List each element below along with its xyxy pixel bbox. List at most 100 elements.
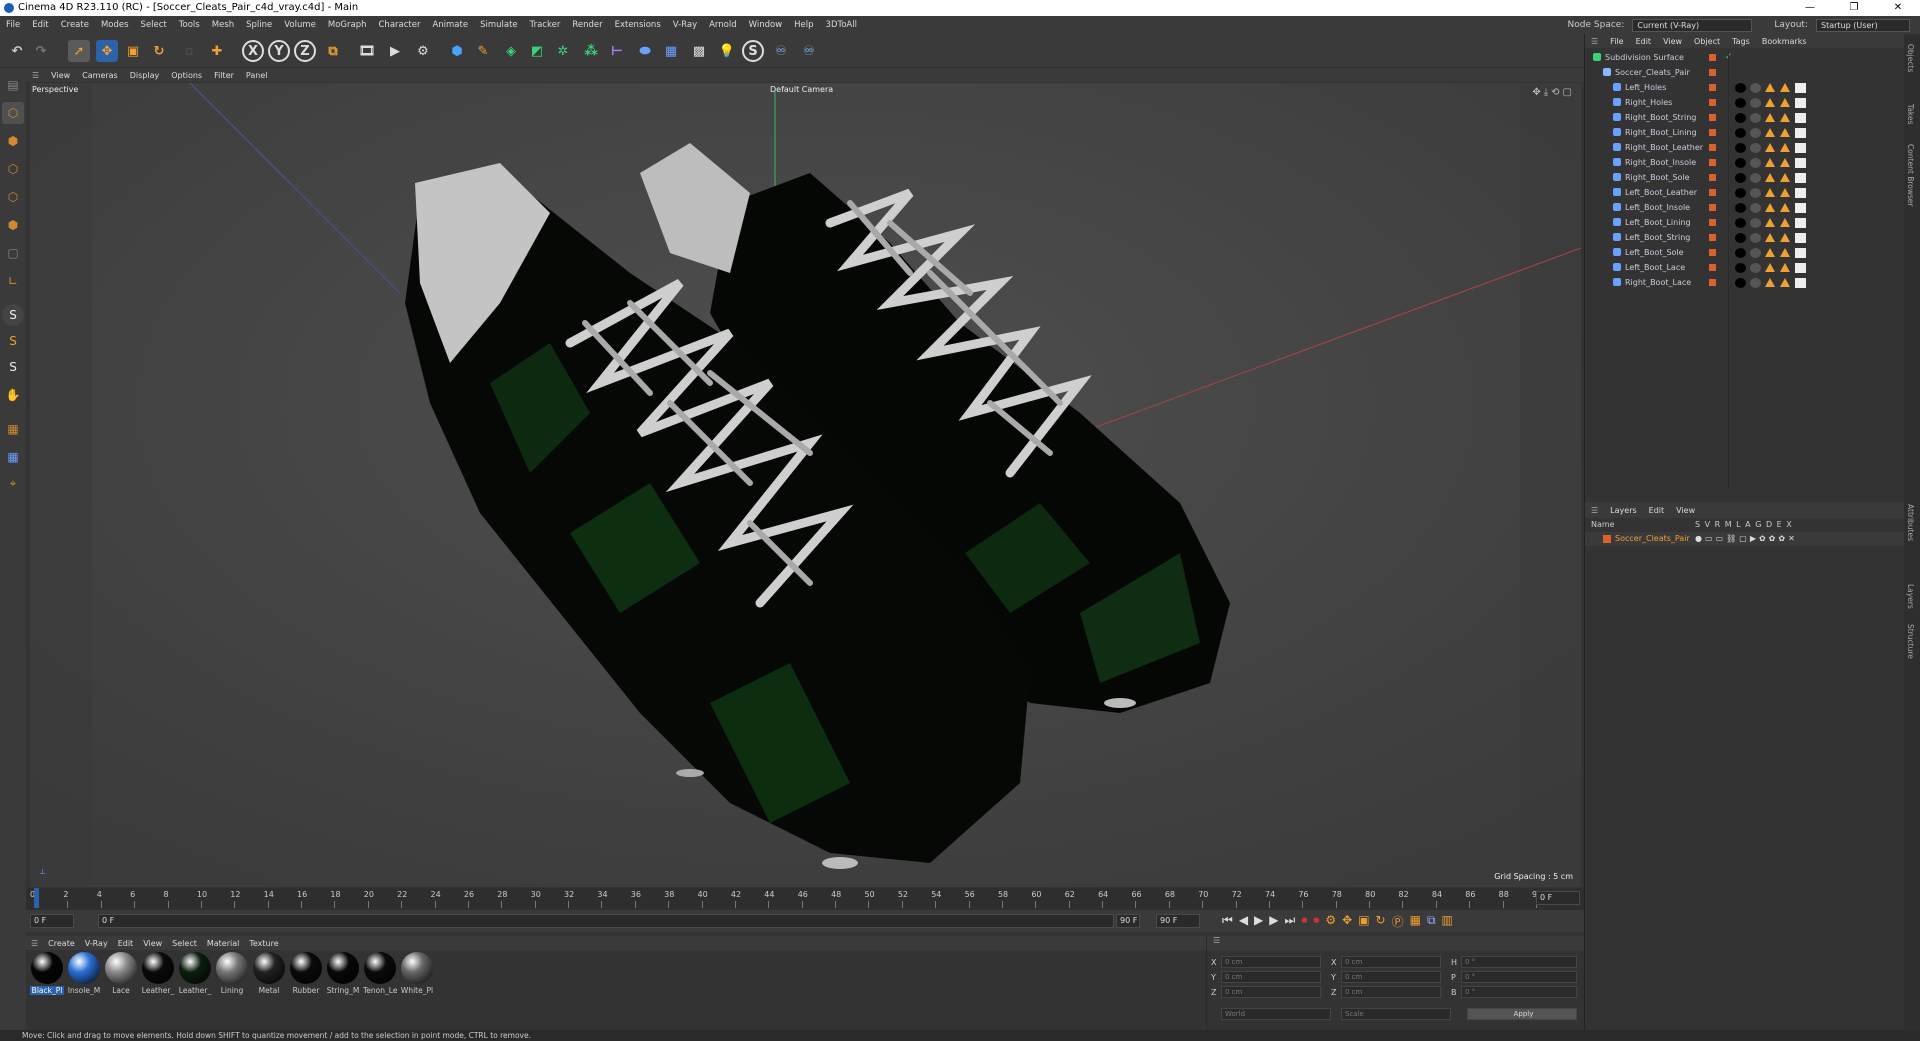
menu-modes[interactable]: Modes — [95, 16, 135, 34]
object-row[interactable]: Left_Boot_Insole — [1585, 200, 1903, 215]
material-tag-icon[interactable] — [1750, 158, 1761, 168]
record-icon[interactable]: ⏺ — [1301, 913, 1307, 930]
uvw-tag-icon[interactable] — [1795, 173, 1806, 183]
material-tag-icon[interactable] — [1735, 233, 1746, 243]
material-swatch[interactable]: Lining — [215, 952, 249, 995]
object-row[interactable]: Right_Boot_Lace — [1585, 275, 1903, 290]
pen-spline-icon[interactable]: ✎ — [472, 40, 494, 62]
paint-icon[interactable]: ✋ — [2, 384, 24, 406]
warning-tag-icon[interactable] — [1765, 173, 1775, 182]
menu-arnold[interactable]: Arnold — [703, 16, 743, 34]
object-name[interactable]: Right_Boot_Leather — [1625, 140, 1703, 155]
layer-color-tag[interactable] — [1709, 54, 1716, 61]
vray-icon[interactable]: S — [742, 40, 764, 62]
object-row[interactable]: Left_Boot_Leather — [1585, 185, 1903, 200]
uvw-tag-icon[interactable] — [1795, 98, 1806, 108]
material-tag-icon[interactable] — [1750, 98, 1761, 108]
viewport-menu-options[interactable]: Options — [165, 71, 208, 80]
object-name[interactable]: Right_Boot_Sole — [1625, 170, 1690, 185]
material-tag-icon[interactable] — [1735, 158, 1746, 168]
material-menu-material[interactable]: Material — [202, 939, 245, 948]
y-size-input[interactable]: 0 cm — [1341, 971, 1441, 983]
extrude-icon[interactable]: ◩ — [526, 40, 548, 62]
material-swatch[interactable]: White_Pl — [400, 952, 434, 995]
object-menu-edit[interactable]: Edit — [1630, 37, 1658, 46]
material-tag-icon[interactable] — [1750, 248, 1761, 258]
object-name[interactable]: Left_Boot_Lining — [1625, 215, 1691, 230]
z-position-input[interactable]: 0 cm — [1221, 986, 1321, 998]
subdivision-icon[interactable]: ◈ — [500, 40, 522, 62]
maximize-button[interactable]: ❐ — [1832, 0, 1876, 16]
menu-create[interactable]: Create — [55, 16, 95, 34]
points-mode-icon[interactable]: ⬡ — [2, 158, 24, 180]
object-menu-bookmarks[interactable]: Bookmarks — [1756, 37, 1813, 46]
material-tag-icon[interactable] — [1750, 263, 1761, 273]
warning-tag-icon[interactable] — [1780, 143, 1790, 152]
material-tag-icon[interactable] — [1735, 83, 1746, 93]
material-swatch[interactable]: Leather_ — [178, 952, 212, 995]
object-row[interactable]: Right_Boot_Leather — [1585, 140, 1903, 155]
workplane-icon[interactable]: ▦ — [2, 446, 24, 468]
uvw-tag-icon[interactable] — [1795, 188, 1806, 198]
layer-color-tag[interactable] — [1709, 219, 1716, 226]
material-preview-ball[interactable] — [327, 952, 359, 984]
object-row[interactable]: Right_Holes — [1585, 95, 1903, 110]
material-preview-ball[interactable] — [68, 952, 100, 984]
menu-extensions[interactable]: Extensions — [609, 16, 667, 34]
side-tab-content-browser[interactable]: Content Browser — [1906, 144, 1915, 207]
material-preview-ball[interactable] — [179, 952, 211, 984]
layer-color-tag[interactable] — [1709, 189, 1716, 196]
b-rotation-input[interactable]: 0 ° — [1461, 986, 1577, 998]
menu-render[interactable]: Render — [566, 16, 608, 34]
object-row[interactable]: Right_Boot_Insole — [1585, 155, 1903, 170]
axis-mode-icon[interactable]: ∟ — [2, 270, 24, 292]
menu-file[interactable]: File — [0, 16, 26, 34]
go-to-end-icon[interactable]: ⏭ — [1285, 913, 1296, 930]
material-preview-ball[interactable] — [253, 952, 285, 984]
floor-icon[interactable]: ▦ — [660, 40, 682, 62]
warning-tag-icon[interactable] — [1780, 98, 1790, 107]
undo-icon[interactable]: ↶ — [6, 40, 28, 62]
warning-tag-icon[interactable] — [1780, 233, 1790, 242]
uvw-tag-icon[interactable] — [1795, 263, 1806, 273]
z-axis-lock-icon[interactable]: Z — [294, 40, 316, 62]
material-tag-icon[interactable] — [1750, 143, 1761, 153]
viewport-menu-panel[interactable]: Panel — [240, 71, 274, 80]
material-menu-v-ray[interactable]: V-Ray — [80, 939, 113, 948]
environment-icon[interactable]: ⬬ — [634, 40, 656, 62]
material-tag-icon[interactable] — [1750, 233, 1761, 243]
scale-key-icon[interactable]: ▣ — [1358, 913, 1369, 930]
viewport-nav-icons[interactable]: ✥⤓⟲▢ — [1532, 87, 1575, 98]
material-swatch[interactable]: Rubber — [289, 952, 323, 995]
material-tag-icon[interactable] — [1735, 128, 1746, 138]
render-view-icon[interactable]: ▶ — [384, 40, 406, 62]
warning-tag-icon[interactable] — [1780, 218, 1790, 227]
light-icon[interactable]: 💡 — [716, 40, 738, 62]
object-name[interactable]: Left_Boot_Sole — [1625, 245, 1684, 260]
menu-tracker[interactable]: Tracker — [524, 16, 567, 34]
warning-tag-icon[interactable] — [1765, 158, 1775, 167]
timeline-ruler[interactable]: 0 2 4 6 8 10 12 14 16 18 20 22 24 26 28 30 32 34 36 38 40 42 4… — [26, 888, 1584, 910]
x-position-input[interactable]: 0 cm — [1221, 956, 1321, 968]
object-row[interactable]: Subdivision Surface✓ — [1585, 50, 1903, 65]
minimize-button[interactable]: — — [1788, 0, 1832, 16]
material-tag-icon[interactable] — [1750, 203, 1761, 213]
menu-window[interactable]: Window — [743, 16, 789, 34]
autokey-icon[interactable]: ⏺ — [1313, 913, 1319, 930]
preview-end-field[interactable]: 90 F — [1116, 914, 1140, 928]
uvw-mode-icon[interactable]: ▢ — [2, 242, 24, 264]
material-menu-view[interactable]: View — [138, 939, 167, 948]
material-swatch[interactable]: Metal — [252, 952, 286, 995]
menu-volume[interactable]: Volume — [278, 16, 322, 34]
uvw-tag-icon[interactable] — [1795, 113, 1806, 123]
uvw-tag-icon[interactable] — [1795, 143, 1806, 153]
redo-icon[interactable]: ↷ — [30, 40, 52, 62]
warning-tag-icon[interactable] — [1765, 188, 1775, 197]
warning-tag-icon[interactable] — [1765, 143, 1775, 152]
layer-color-tag[interactable] — [1709, 114, 1716, 121]
object-row[interactable]: Left_Boot_String — [1585, 230, 1903, 245]
menu-mograph[interactable]: MoGraph — [322, 16, 373, 34]
object-menu-icon[interactable]: ☰ — [1585, 37, 1604, 46]
x-axis-lock-icon[interactable]: X — [242, 40, 264, 62]
snap-icon[interactable]: S — [2, 304, 24, 326]
